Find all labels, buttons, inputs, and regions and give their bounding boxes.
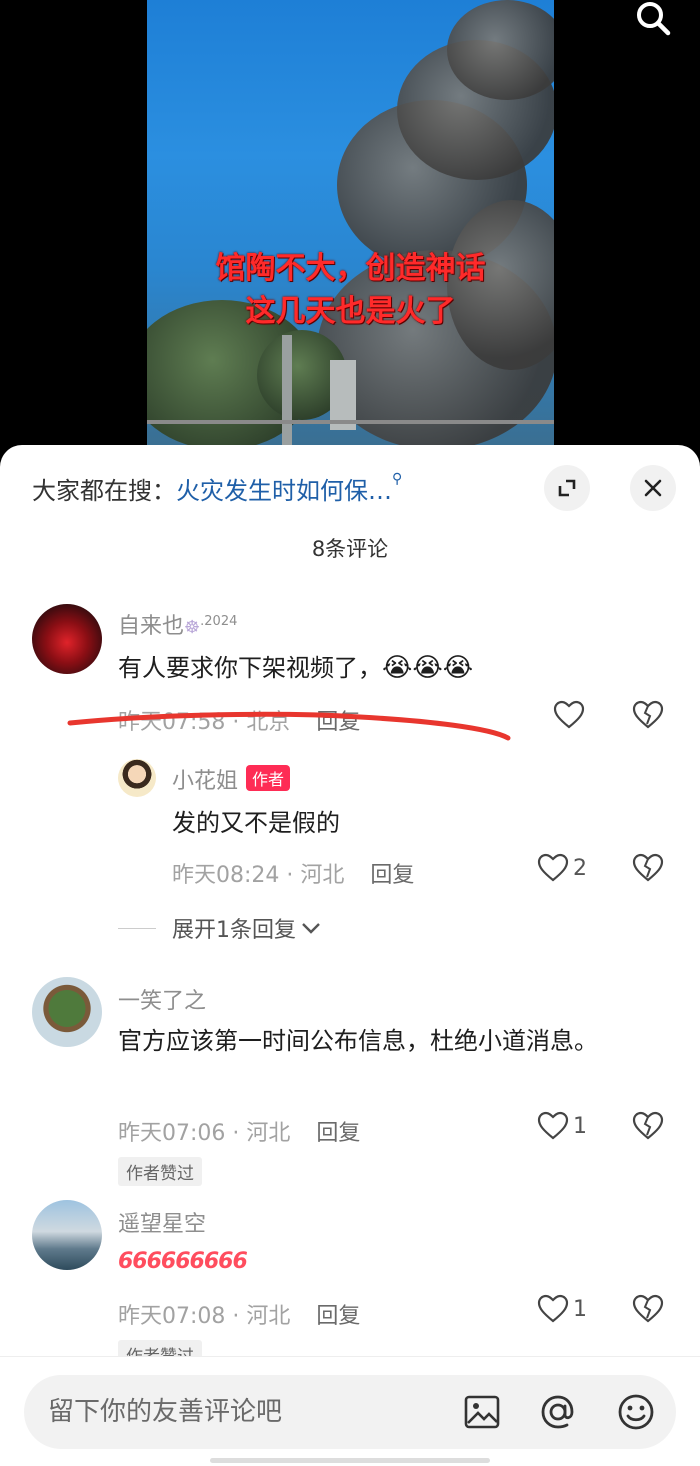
hot-search-query[interactable]: 火灾发生时如何保… — [176, 477, 392, 505]
heart-icon — [537, 853, 569, 882]
broken-heart-icon — [632, 1294, 664, 1323]
broken-heart-icon — [632, 700, 664, 729]
heart-icon — [537, 1294, 569, 1323]
like-button[interactable]: 1 — [537, 1294, 587, 1324]
like-button[interactable]: 1 — [537, 1111, 587, 1141]
video-player[interactable]: 馆陶不大，创造神话 这几天也是火了 — [0, 0, 700, 470]
search-icon[interactable] — [632, 0, 676, 40]
video-caption-line2: 这几天也是火了 — [245, 294, 456, 329]
comment-meta: 昨天07:08 · 河北 回复 — [118, 1304, 361, 1329]
reply-username[interactable]: 小花姐 作者 — [172, 763, 291, 795]
comment-username[interactable]: 遥望星空 — [118, 1206, 206, 1238]
dislike-button[interactable] — [632, 1294, 664, 1328]
broken-heart-icon — [632, 1111, 664, 1140]
like-count: 1 — [573, 1113, 587, 1139]
heart-icon — [553, 700, 585, 729]
search-small-icon: ⚲ — [392, 471, 403, 487]
avatar[interactable] — [118, 759, 156, 797]
author-liked-badge: 作者赞过 — [118, 1157, 202, 1186]
comment-input[interactable] — [48, 1375, 428, 1449]
expand-replies-button[interactable]: 展开1条回复 — [118, 912, 322, 944]
reply-button[interactable]: 回复 — [316, 1121, 360, 1146]
dislike-button[interactable] — [632, 853, 664, 887]
hot-search-prefix: 大家都在搜： — [32, 477, 176, 505]
emoji-icon[interactable] — [616, 1392, 656, 1432]
comment-username[interactable]: 自来也☸.2024 — [118, 608, 237, 640]
reply-text: 发的又不是假的 — [172, 809, 340, 837]
image-icon[interactable] — [462, 1392, 502, 1432]
dislike-button[interactable] — [632, 1111, 664, 1145]
comment-text: 有人要求你下架视频了，😭😭😭 — [118, 653, 474, 683]
comment-input-bar — [0, 1356, 700, 1466]
avatar[interactable] — [32, 1200, 102, 1270]
close-icon[interactable] — [630, 465, 676, 511]
comment-username[interactable]: 一笑了之 — [118, 983, 206, 1015]
hot-search-bar[interactable]: 大家都在搜：火灾发生时如何保…⚲ — [32, 471, 402, 506]
expand-icon[interactable] — [544, 465, 590, 511]
crying-laughing-emoji: 😭😭😭 — [382, 653, 474, 683]
red-annotation-line — [67, 711, 511, 741]
video-caption-line1: 馆陶不大，创造神话 — [215, 251, 486, 286]
heart-icon — [537, 1111, 569, 1140]
broken-heart-icon — [632, 853, 664, 882]
mention-icon[interactable] — [538, 1392, 578, 1432]
home-indicator — [210, 1458, 490, 1463]
avatar[interactable] — [32, 604, 102, 674]
comment-text: 官方应该第一时间公布信息，杜绝小道消息。 — [118, 1027, 598, 1055]
video-frame: 馆陶不大，创造神话 这几天也是火了 — [147, 0, 554, 445]
reply-meta: 昨天08:24 · 河北 回复 — [172, 863, 415, 888]
chevron-down-icon — [302, 923, 320, 934]
author-tag: 作者 — [246, 765, 291, 791]
reply-button[interactable]: 回复 — [370, 863, 414, 888]
avatar[interactable] — [32, 977, 102, 1047]
divider — [118, 927, 156, 929]
comment-text-666-emoji: 666666666 — [118, 1249, 248, 1274]
like-button[interactable]: 2 — [537, 853, 587, 883]
reply-button[interactable]: 回复 — [316, 1304, 360, 1329]
comment-count: 8条评论 — [311, 537, 389, 561]
expand-replies-label: 展开1条回复 — [172, 918, 296, 943]
ferris-wheel-icon: ☸ — [184, 617, 201, 638]
comment-input-box[interactable] — [24, 1375, 676, 1449]
dislike-button[interactable] — [632, 700, 664, 734]
comment-meta: 昨天07:06 · 河北 回复 — [118, 1121, 361, 1146]
like-count: 2 — [573, 855, 587, 881]
like-button[interactable] — [553, 700, 585, 730]
like-count: 1 — [573, 1296, 587, 1322]
